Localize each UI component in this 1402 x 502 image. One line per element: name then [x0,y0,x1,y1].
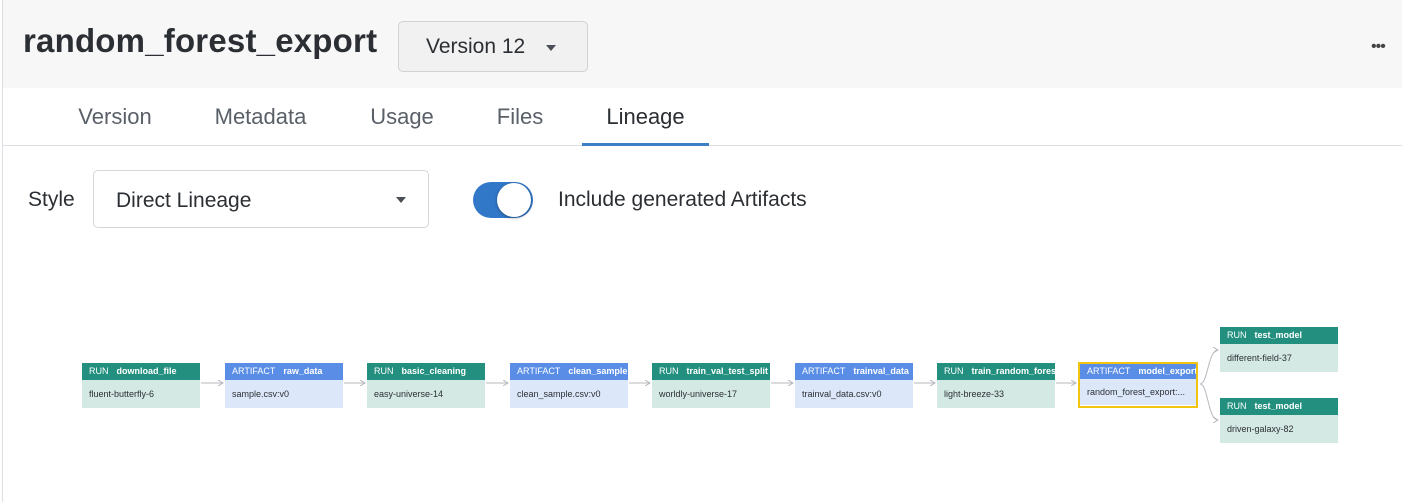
tab-bar: Version Metadata Usage Files Lineage [3,88,1402,146]
node-name: train_random_forest [971,366,1056,376]
tab-files[interactable]: Files [477,88,563,146]
chevron-down-icon [546,45,556,51]
tab-version[interactable]: Version [55,88,175,146]
style-label: Style [28,188,75,211]
node-subtitle: different-field-37 [1220,344,1338,372]
lineage-node-artifact-selected[interactable]: ARTIFACT model_export random_forest_expor… [1078,362,1198,408]
lineage-node-run[interactable]: RUN download_file fluent-butterfly-6 [82,363,200,408]
node-name: download_file [116,366,177,376]
lineage-node-run[interactable]: RUN test_model driven-galaxy-82 [1220,398,1338,443]
node-subtitle: fluent-butterfly-6 [82,380,200,408]
node-type: ARTIFACT [802,366,846,376]
tab-metadata[interactable]: Metadata [193,88,328,146]
lineage-node-artifact[interactable]: ARTIFACT trainval_data trainval_data.csv:… [795,363,913,408]
lineage-node-artifact[interactable]: ARTIFACT clean_sample clean_sample.csv:v0 [510,363,628,408]
style-select[interactable]: Direct Lineage [93,170,429,228]
chevron-down-icon [396,197,406,203]
node-name: test_model [1254,401,1303,411]
node-subtitle: driven-galaxy-82 [1220,415,1338,443]
tab-lineage[interactable]: Lineage [582,88,709,146]
lineage-node-run[interactable]: RUN test_model different-field-37 [1220,327,1338,372]
node-type: RUN [659,366,679,376]
page: random_forest_export Version 12 ••• Vers… [2,0,1402,502]
include-artifacts-label: Include generated Artifacts [558,188,807,211]
node-type: RUN [1227,401,1247,411]
node-name: model_export [1138,366,1196,376]
node-type: RUN [944,366,964,376]
header: random_forest_export Version 12 ••• [3,0,1402,88]
version-select[interactable]: Version 12 [398,21,588,72]
node-type: ARTIFACT [517,366,561,376]
lineage-node-artifact[interactable]: ARTIFACT raw_data sample.csv:v0 [225,363,343,408]
node-subtitle: light-breeze-33 [937,380,1055,408]
node-subtitle: easy-universe-14 [367,380,485,408]
lineage-node-run[interactable]: RUN train_val_test_split worldly-universe… [652,363,770,408]
node-subtitle: sample.csv:v0 [225,380,343,408]
node-subtitle: trainval_data.csv:v0 [795,380,913,408]
node-type: RUN [1227,330,1247,340]
node-name: clean_sample [568,366,628,376]
node-name: test_model [1254,330,1303,340]
more-options-icon[interactable]: ••• [1371,38,1386,56]
lineage-edge-arrow [1199,383,1218,420]
lineage-node-run[interactable]: RUN train_random_forest light-breeze-33 [937,363,1055,408]
page-title: random_forest_export [23,22,378,59]
node-name: basic_cleaning [401,366,467,376]
style-select-value: Direct Lineage [116,189,252,212]
node-type: ARTIFACT [232,366,276,376]
version-select-label: Version 12 [426,35,526,58]
node-subtitle: clean_sample.csv:v0 [510,380,628,408]
lineage-edge-arrow [1199,350,1218,385]
node-type: ARTIFACT [1087,366,1131,376]
node-name: train_val_test_split [686,366,769,376]
node-subtitle: random_forest_export:... [1080,379,1196,405]
lineage-node-run[interactable]: RUN basic_cleaning easy-universe-14 [367,363,485,408]
node-type: RUN [89,366,109,376]
include-artifacts-toggle[interactable] [473,182,533,218]
node-name: raw_data [283,366,323,376]
tab-usage[interactable]: Usage [347,88,457,146]
node-name: trainval_data [853,366,909,376]
node-subtitle: worldly-universe-17 [652,380,770,408]
toggle-knob [497,183,531,217]
node-type: RUN [374,366,394,376]
